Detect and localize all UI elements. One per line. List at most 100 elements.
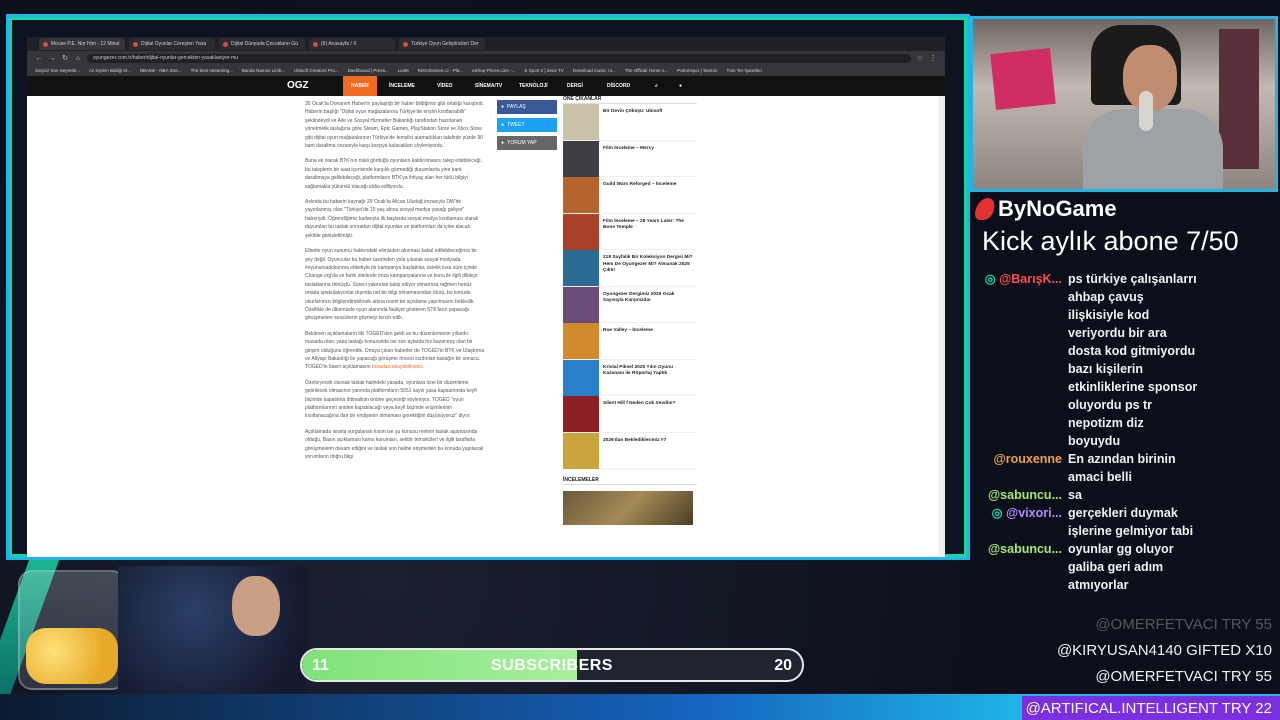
article-paragraph: Buna ek olarak BTK'nın riskli gördüğü oy… <box>305 157 485 191</box>
event-entry: @OMERFETVACI TRY 55 <box>1095 668 1272 685</box>
browser-capture-frame: Mouse P.E. Nor Him - 12 Minut Dijital Oyu… <box>6 14 970 560</box>
article-link[interactable]: buradan okuyabilirsiniz. <box>372 364 424 370</box>
chat-username[interactable]: ◎ @vixori... <box>980 504 1068 540</box>
bookmark-item[interactable]: Download music, m... <box>573 68 616 73</box>
share-button-label: PAYLAŞ <box>507 104 526 110</box>
star-icon[interactable]: ☆ <box>916 54 924 62</box>
comment-icon: ● <box>501 140 505 146</box>
review-thumbnail[interactable] <box>563 491 693 525</box>
bookmark-item[interactable]: NBAMe - NBA Stre... <box>140 68 182 73</box>
twitter-icon: ● <box>501 122 505 128</box>
chat-username[interactable]: @sabuncu... <box>980 540 1068 594</box>
nav-item[interactable]: DERGİ <box>559 76 591 96</box>
bookmark-item[interactable]: Az Kişinin Bildiği M... <box>89 68 131 73</box>
sidebar-item[interactable]: Bir Devin Çöküşü: Ubisoft <box>563 104 697 141</box>
sidebar-item[interactable]: 2026'dan Beklediklerimiz #7 <box>563 432 697 469</box>
browser-tab[interactable]: (6) Anasayfa / X <box>309 38 395 50</box>
nav-item[interactable]: VİDEO <box>429 76 461 96</box>
menu-icon[interactable]: ⋮ <box>929 54 937 62</box>
subscribers-goal: 20 <box>774 657 792 674</box>
bookmark-item[interactable]: The best streaming... <box>191 68 233 73</box>
nav-item[interactable]: TEKNOLOJİ <box>511 76 556 96</box>
nav-item[interactable]: İNCELEME <box>381 76 423 96</box>
sidebar-thumbnail <box>563 359 599 396</box>
chat-text: sa <box>1068 488 1082 502</box>
browser-tab[interactable]: Dijital Oyunlar Cereşten Yasa <box>129 38 215 50</box>
chat-username[interactable]: ◎ @BarışK... <box>980 270 1068 450</box>
sidebar-item[interactable]: 218 Sayfalık Bir Koleksiyon Dergisi Mi? … <box>563 250 697 287</box>
coins-icon <box>26 628 118 684</box>
nav-item[interactable]: SİNEMA/TV <box>467 76 510 96</box>
bookmark-item[interactable]: Lunkt <box>398 68 409 73</box>
article-paragraph: Elbette oyun sunumu hakkındaki elimizden… <box>305 247 485 323</box>
browser-tab[interactable]: Mouse P.E. Nor Him - 12 Minut <box>39 38 125 50</box>
favicon-icon <box>223 41 228 47</box>
chat-username[interactable]: @sabuncu... <box>980 486 1068 504</box>
kick-subscriber-goal: Kick aylık abone 7/50 <box>982 226 1239 256</box>
sidebar-item-title: Kristal Piksel 2025 Yılın Oyunu Kazananı… <box>603 364 674 377</box>
sidebar-item[interactable]: Rue Valley – İnceleme <box>563 323 697 360</box>
bookmark-item[interactable]: Tüm Yer İşaretleri <box>727 68 762 73</box>
share-button-label: YORUM YAP <box>507 140 537 146</box>
user-icon[interactable]: ● <box>671 76 690 96</box>
sidebar-item[interactable]: Kristal Piksel 2025 Yılın Oyunu Kazananı… <box>563 359 697 396</box>
sidebar-thumbnail <box>563 177 599 213</box>
bookmark-item[interactable]: RetroGames.cc - Pla... <box>418 68 464 73</box>
bookmark-item[interactable]: Banda Namos Limb... <box>242 68 285 73</box>
sidebar-heading: ÖNE ÇIKANLAR <box>563 96 697 104</box>
chat-message: ◎ @vixori... gerçekleri duymak işlerine g… <box>980 504 1200 540</box>
face-image <box>232 576 280 636</box>
bookmark-item[interactable]: Sürpriz Son Seyretle... <box>35 68 80 73</box>
chat-username[interactable]: @rouxenne <box>980 450 1068 486</box>
site-logo[interactable]: OGZ <box>287 80 309 91</box>
streamer-body <box>1083 109 1223 189</box>
sidebar-item[interactable]: Film İnceleme – Mercy <box>563 140 697 177</box>
bookmark-item[interactable]: Patronspor | Tanıtım <box>677 68 717 73</box>
bookmark-item[interactable]: Ubisoft Creators Pro... <box>294 68 339 73</box>
subscribers-label: SUBSCRIBERS <box>491 657 613 674</box>
sidebar-item[interactable]: Guild Wars Reforged – İnceleme <box>563 177 697 214</box>
bookmarks-bar: Sürpriz Son Seyretle... Az Kişinin Bildiğ… <box>27 65 945 76</box>
bynogame-logo-icon <box>973 198 997 220</box>
search-icon[interactable]: ⌕ <box>647 76 666 96</box>
favicon-icon <box>403 41 408 47</box>
tab-label: Türkiye Oyun Geliştiricileri Der <box>411 41 479 47</box>
bookmark-item[interactable]: The Official Home o... <box>625 68 668 73</box>
favicon-icon <box>313 41 318 47</box>
url-field[interactable]: oyungezer.com.tr/haber/dijital-oyunlar-g… <box>87 53 911 63</box>
paragraph-text: Aslında bu haberin kaynağı 29 Ocak'ta Al… <box>305 199 479 239</box>
sidebar-thumbnail <box>563 323 599 359</box>
browser-tab[interactable]: Dijital Dünyada Çocukların Gü <box>219 38 305 50</box>
nav-item[interactable]: HABER <box>343 76 377 96</box>
sidebar-item-title: Film İnceleme – 28 Years Later: The Bone… <box>603 218 684 231</box>
chat-text: gerçekleri duymak işlerine gelmiyor tabi <box>1068 506 1194 538</box>
address-bar: ← → ↻ ⌂ oyungezer.com.tr/haber/dijital-o… <box>27 51 945 65</box>
sidebar-thumbnail <box>563 432 599 469</box>
sidebar-item-title: Bir Devin Çöküşü: Ubisoft <box>603 109 663 114</box>
sidebar-featured: ÖNE ÇIKANLAR Bir Devin Çöküşü: Ubisoft Fi… <box>563 96 697 525</box>
page-scrollbar[interactable] <box>939 96 945 557</box>
browser-tab[interactable]: Türkiye Oyun Geliştiricileri Der <box>399 38 485 50</box>
bookmark-item[interactable]: Dashboard | Presti... <box>348 68 389 73</box>
sidebar-thumbnail <box>563 250 599 286</box>
paragraph-text: Elbette oyun sunumu hakkındaki elimizden… <box>305 248 478 322</box>
sidebar-item-title: Film İnceleme – Mercy <box>603 145 654 151</box>
sidebar-item[interactable]: Film İnceleme – 28 Years Later: The Bone… <box>563 213 697 250</box>
share-button[interactable]: ● TWEET <box>497 118 557 132</box>
bookmark-item[interactable]: S Sport 2 | Zeus TV <box>524 68 563 73</box>
bookmark-item[interactable]: eShop-Prices.com -... <box>472 68 515 73</box>
sidebar-item[interactable]: Silent Hill f Neden Çok Sevdim? <box>563 396 697 433</box>
nav-item[interactable]: DİSCORD <box>599 76 638 96</box>
share-button[interactable]: ● PAYLAŞ <box>497 100 557 114</box>
share-button[interactable]: ● YORUM YAP <box>497 136 557 150</box>
sidebar-item-title: 2026'dan Beklediklerimiz #7 <box>603 437 667 443</box>
share-button-label: TWEET <box>507 122 525 128</box>
tab-label: Mouse P.E. Nor Him - 12 Minut <box>51 41 120 47</box>
browser-window: Mouse P.E. Nor Him - 12 Minut Dijital Oyu… <box>27 37 945 557</box>
forward-icon[interactable]: → <box>48 55 56 62</box>
back-icon[interactable]: ← <box>35 55 43 62</box>
article-paragraph: Açıklamada ısrarla vurgulanan kısım ise … <box>305 428 485 462</box>
reload-icon[interactable]: ↻ <box>61 54 69 62</box>
sidebar-item[interactable]: Oyungezer Dergimiz 2026 Ocak Sayısıyla K… <box>563 286 697 323</box>
home-icon[interactable]: ⌂ <box>74 55 82 62</box>
